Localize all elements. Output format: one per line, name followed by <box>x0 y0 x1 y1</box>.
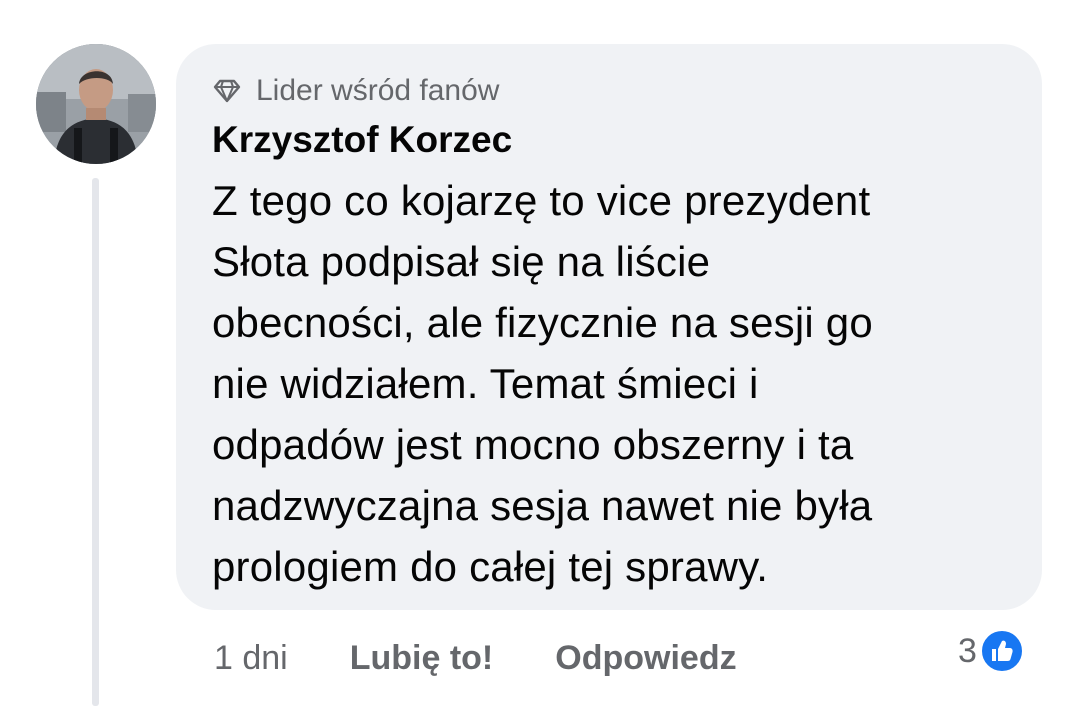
comment-text-line: odpadów jest mocno obszerny i ta <box>212 421 854 468</box>
author-name[interactable]: Krzysztof Korzec <box>212 116 1004 164</box>
comment-text-line: prologiem do całej tej sprawy. <box>212 543 769 590</box>
reaction-count: 3 <box>958 631 977 670</box>
comment-text-line: nadzwyczajna sesja nawet nie była <box>212 482 873 529</box>
comment-text: Z tego co kojarzę to vice prezydent Słot… <box>212 170 1004 597</box>
like-thumb-icon <box>979 629 1024 673</box>
reply-button[interactable]: Odpowiedz <box>555 639 736 678</box>
comment-text-line: Z tego co kojarzę to vice prezydent <box>212 177 871 224</box>
comment-thread: Lider wśród fanów Krzysztof Korzec Z teg… <box>0 0 1075 706</box>
fan-badge[interactable]: Lider wśród fanów <box>212 70 1004 112</box>
comment-bubble: Lider wśród fanów Krzysztof Korzec Z teg… <box>176 44 1042 610</box>
reaction-summary[interactable]: 3 <box>958 628 1025 674</box>
comment-text-line: obecności, ale fizycznie na sesji go <box>212 299 873 346</box>
comment-text-line: Słota podpisał się na liście <box>212 238 711 285</box>
thread-line <box>92 178 99 706</box>
comment-actions: 1 dni Lubię to! Odpowiedz <box>214 630 799 686</box>
timestamp[interactable]: 1 dni <box>214 639 288 678</box>
avatar[interactable] <box>36 44 156 164</box>
like-button[interactable]: Lubię to! <box>350 639 494 678</box>
comment-text-line: nie widziałem. Temat śmieci i <box>212 360 759 407</box>
diamond-icon <box>213 79 241 103</box>
badge-label: Lider wśród fanów <box>256 74 500 107</box>
